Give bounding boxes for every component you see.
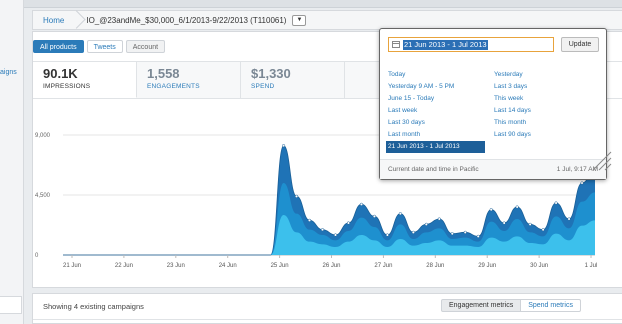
data-point bbox=[567, 217, 571, 221]
data-point bbox=[502, 221, 506, 225]
data-point bbox=[450, 232, 454, 236]
metric-toggle: Engagement metrics Spend metrics bbox=[441, 299, 581, 312]
data-point bbox=[437, 217, 441, 221]
chevron-down-icon[interactable]: ▼ bbox=[292, 14, 307, 26]
data-point bbox=[320, 228, 325, 232]
preset-option[interactable]: Last week bbox=[386, 105, 485, 117]
preset-option[interactable]: Last 3 days bbox=[492, 81, 533, 93]
metric-label: ENGAGEMENTS bbox=[147, 83, 200, 90]
data-point bbox=[580, 181, 584, 185]
preset-option[interactable]: Today bbox=[386, 69, 485, 81]
preset-option-selected[interactable]: 21 Jun 2013 - 1 Jul 2013 bbox=[386, 141, 485, 153]
y-tick-label: 4,500 bbox=[35, 193, 51, 199]
top-bar bbox=[24, 0, 622, 8]
data-point bbox=[476, 234, 480, 238]
divider bbox=[33, 319, 622, 320]
breadcrumb-campaign: IO_@23andMe_$30,000_6/1/2013-9/22/2013 (… bbox=[86, 15, 287, 25]
x-tick-label: 27 Jun bbox=[374, 263, 392, 269]
data-point bbox=[359, 202, 363, 206]
preset-option[interactable]: Last 30 days bbox=[386, 117, 485, 129]
tab-tweets[interactable]: Tweets bbox=[86, 40, 123, 53]
data-point bbox=[554, 201, 558, 205]
data-point bbox=[541, 228, 545, 232]
data-point bbox=[333, 233, 338, 237]
metric-label: IMPRESSIONS bbox=[43, 83, 91, 90]
data-point bbox=[385, 233, 389, 237]
x-tick-label: 26 Jun bbox=[323, 263, 341, 269]
campaign-count: Showing 4 existing campaigns bbox=[43, 302, 144, 311]
resize-grip-icon[interactable] bbox=[591, 150, 613, 172]
tab-all-products[interactable]: All products bbox=[33, 40, 84, 53]
left-sidebar: aigns bbox=[0, 0, 24, 324]
preset-option[interactable]: Last 14 days bbox=[492, 105, 533, 117]
metric-impressions[interactable]: 90.1K IMPRESSIONS bbox=[33, 62, 137, 98]
preset-column-2: Yesterday Last 3 days This week Last 14 … bbox=[492, 69, 533, 141]
product-tabs: All products Tweets Account bbox=[33, 40, 166, 53]
breadcrumb: Home IO_@23andMe_$30,000_6/1/2013-9/22/2… bbox=[32, 10, 622, 30]
x-tick-label: 23 Jun bbox=[167, 263, 185, 269]
tab-account[interactable]: Account bbox=[125, 40, 166, 53]
date-range-picker: 21 Jun 2013 - 1 Jul 2013 Update Today Ye… bbox=[379, 28, 607, 180]
metric-value: 90.1K bbox=[43, 66, 78, 81]
campaigns-panel: Showing 4 existing campaigns Engagement … bbox=[32, 293, 622, 324]
preset-option[interactable]: Last month bbox=[386, 129, 485, 141]
x-tick-label: 30 Jun bbox=[530, 263, 548, 269]
preset-option[interactable]: Yesterday 9 AM - 5 PM bbox=[386, 81, 485, 93]
metric-value: $1,330 bbox=[251, 66, 291, 81]
data-point bbox=[372, 214, 376, 218]
data-point bbox=[398, 212, 402, 216]
metric-value: 1,558 bbox=[147, 66, 180, 81]
metric-spend[interactable]: $1,330 SPEND bbox=[241, 62, 345, 98]
data-point bbox=[463, 230, 467, 234]
metric-engagements[interactable]: 1,558 ENGAGEMENTS bbox=[137, 62, 241, 98]
x-tick-label: 22 Jun bbox=[115, 263, 133, 269]
metric-label: SPEND bbox=[251, 83, 275, 90]
data-point bbox=[295, 194, 299, 198]
breadcrumb-home[interactable]: Home bbox=[33, 16, 72, 25]
x-tick-label: 29 Jun bbox=[478, 263, 496, 269]
preset-column-1: Today Yesterday 9 AM - 5 PM June 15 - To… bbox=[386, 69, 485, 153]
sidebar-box bbox=[0, 296, 22, 314]
data-point bbox=[528, 222, 532, 226]
data-point bbox=[515, 205, 519, 209]
y-tick-label: 9,000 bbox=[35, 133, 51, 139]
preset-option[interactable]: This week bbox=[492, 93, 533, 105]
update-button[interactable]: Update bbox=[561, 37, 599, 52]
data-point bbox=[411, 230, 415, 234]
x-tick-label: 1 Jul bbox=[585, 263, 598, 269]
x-tick-label: 28 Jun bbox=[426, 263, 444, 269]
x-tick-label: 25 Jun bbox=[271, 263, 289, 269]
spend-metrics-button[interactable]: Spend metrics bbox=[521, 299, 581, 312]
sidebar-campaigns-link[interactable]: aigns bbox=[0, 69, 17, 76]
date-range-value: 21 Jun 2013 - 1 Jul 2013 bbox=[403, 39, 488, 50]
x-tick-label: 24 Jun bbox=[219, 263, 237, 269]
y-tick-label: 0 bbox=[35, 253, 39, 259]
data-point bbox=[346, 221, 351, 225]
picker-footer: Current date and time in Pacific 1 Jul, … bbox=[380, 159, 606, 179]
data-point bbox=[489, 208, 493, 212]
preset-option[interactable]: June 15 - Today bbox=[386, 93, 485, 105]
preset-option[interactable]: This month bbox=[492, 117, 533, 129]
data-point bbox=[282, 144, 286, 148]
preset-option[interactable]: Yesterday bbox=[492, 69, 533, 81]
data-point bbox=[424, 222, 428, 226]
data-point bbox=[307, 218, 312, 222]
breadcrumb-separator bbox=[72, 10, 80, 30]
timezone-note: Current date and time in Pacific bbox=[388, 166, 479, 173]
preset-option[interactable]: Last 90 days bbox=[492, 129, 533, 141]
calendar-icon bbox=[392, 41, 400, 48]
engagement-metrics-button[interactable]: Engagement metrics bbox=[441, 299, 522, 312]
x-tick-label: 21 Jun bbox=[63, 263, 81, 269]
date-range-input[interactable]: 21 Jun 2013 - 1 Jul 2013 bbox=[388, 37, 554, 52]
